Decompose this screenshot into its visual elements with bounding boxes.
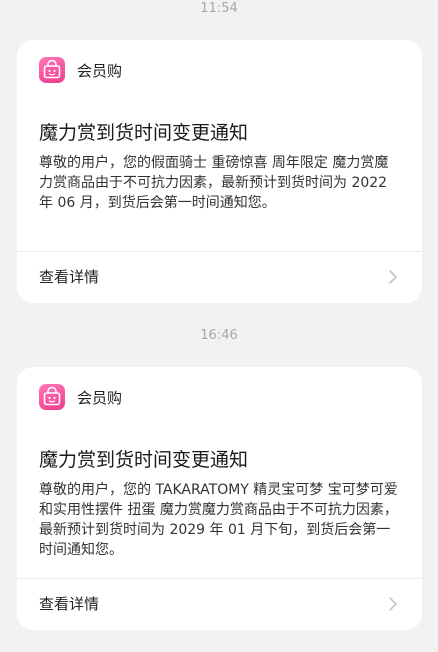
view-details-button[interactable]: 查看详情 (17, 252, 422, 302)
chevron-right-icon (388, 269, 398, 285)
view-details-label: 查看详情 (39, 268, 100, 286)
app-name: 会员购 (77, 388, 123, 407)
shopping-bag-icon (39, 384, 65, 410)
view-details-label: 查看详情 (39, 595, 100, 613)
notification-body: 尊敬的用户，您的假面骑士 重磅惊喜 周年限定 魔力赏魔力赏商品由于不可抗力因素，… (39, 155, 389, 211)
timestamp: 16:46 (200, 328, 238, 343)
notification-title: 魔力赏到货时间变更通知 (39, 449, 249, 471)
notification-card[interactable]: 会员购 魔力赏到货时间变更通知 尊敬的用户，您的假面骑士 重磅惊喜 周年限定 魔… (17, 40, 422, 303)
shopping-bag-icon (39, 57, 65, 83)
notification-body: 尊敬的用户，您的 TAKARATOMY 精灵宝可梦 宝可梦可爱和实用性摆件 扭蛋… (39, 482, 398, 558)
app-name: 会员购 (77, 61, 123, 80)
notification-header: 会员购 (39, 384, 122, 410)
notification-card[interactable]: 会员购 魔力赏到货时间变更通知 尊敬的用户，您的 TAKARATOMY 精灵宝可… (17, 367, 422, 630)
timestamp: 11:54 (200, 1, 238, 16)
chevron-right-icon (388, 596, 398, 612)
view-details-button[interactable]: 查看详情 (17, 579, 422, 629)
notification-header: 会员购 (39, 57, 122, 83)
notification-title: 魔力赏到货时间变更通知 (39, 122, 249, 144)
